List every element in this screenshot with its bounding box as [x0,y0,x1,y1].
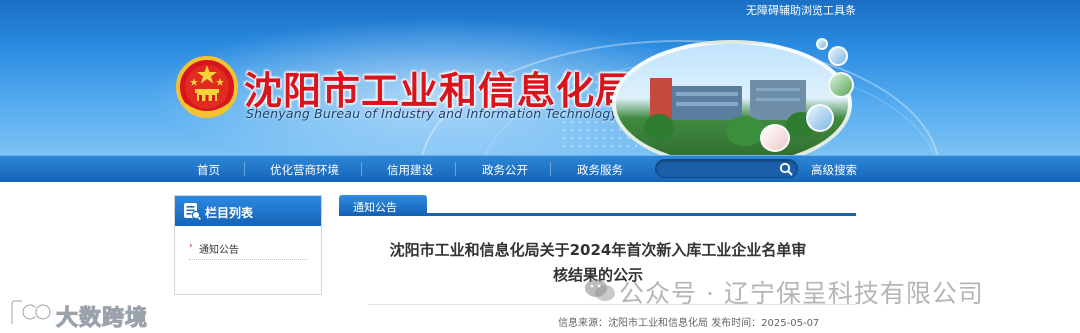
sidebar-item-label: 通知公告 [199,245,239,256]
sidebar-header: 栏目列表 [175,196,321,226]
search-input[interactable] [655,159,798,178]
watermark-left-text: 大数跨境 [55,306,149,332]
article-meta: 信息来源：沈阳市工业和信息化局 发布时间：2025-05-07 [558,318,820,329]
nav-item-home[interactable]: 首页 [197,162,220,178]
chevron-right-icon: › [189,241,193,251]
nav-divider [361,162,362,176]
nav-divider [550,162,551,176]
site-subtitle: Shenyang Bureau of Industry and Informat… [246,106,619,121]
nav-item-business-environment[interactable]: 优化营商环境 [270,162,339,178]
article-title-line: 沈阳市工业和信息化局关于2024年首次新入库工业企业名单审 [389,241,807,259]
sidebar-item-notices[interactable]: › 通知公告 [189,238,307,260]
sidebar-heading: 栏目列表 [205,206,254,220]
accessibility-toolbar-link[interactable]: 无障碍辅助浏览工具条 [746,2,856,18]
banner-mini-photo [760,124,790,152]
nav-divider [244,162,245,176]
wechat-icon [585,279,615,301]
nav-divider [455,162,456,176]
nav-item-credit[interactable]: 信用建设 [387,162,433,178]
header-banner: 无障碍辅助浏览工具条 沈阳市工业和信息化局 Shenyang Bureau of… [0,0,1080,155]
brand-logo-icon [10,299,52,324]
advanced-search-link[interactable]: 高级搜索 [811,162,857,178]
tab-notices[interactable]: 通知公告 [339,195,427,215]
column-list-icon [184,203,201,220]
search-icon[interactable] [778,161,794,177]
banner-mini-photo [806,104,834,132]
banner-mini-photo [816,38,828,50]
sidebar: 栏目列表 › 通知公告 [174,195,322,295]
watermark-right-text: 公众号 · 辽宁保呈科技有限公司 [619,279,984,308]
national-emblem-icon [176,56,238,118]
nav-item-government-services[interactable]: 政务服务 [577,162,623,178]
banner-mini-photo [828,46,848,66]
main-navigation: 首页 优化营商环境 信用建设 政务公开 政务服务 高级搜索 [0,155,1080,182]
nav-item-government-affairs[interactable]: 政务公开 [482,162,528,178]
section-rule [339,213,856,216]
banner-mini-photo [828,72,854,98]
